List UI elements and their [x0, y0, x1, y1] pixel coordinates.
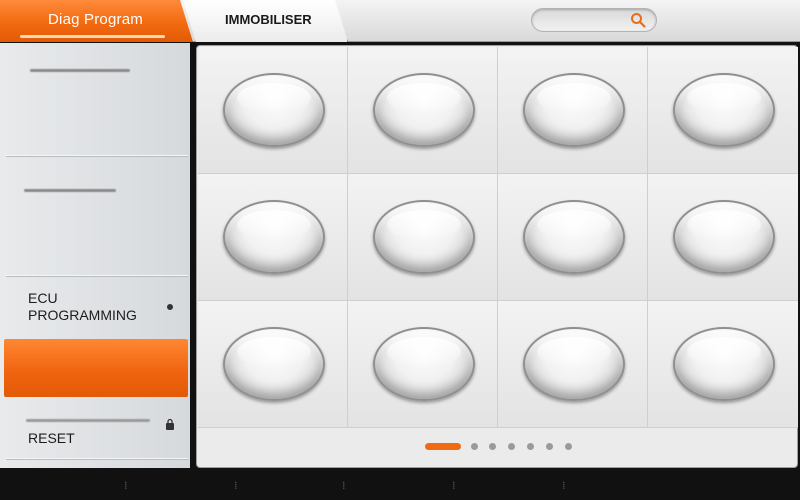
grid-tile[interactable] — [498, 301, 648, 428]
tab-label: Diag Program — [48, 11, 143, 28]
blurred-label — [26, 419, 150, 422]
grid-tile[interactable] — [198, 47, 348, 174]
sidebar-item-ecu-programming[interactable]: ECU PROGRAMMING — [6, 276, 188, 338]
sidebar-item-1[interactable] — [6, 43, 188, 156]
tile-button-icon — [523, 73, 625, 147]
page-dot[interactable] — [546, 443, 553, 450]
grid-tile[interactable] — [348, 301, 498, 428]
nav-icon[interactable]: ⁞ — [342, 479, 350, 492]
search-icon[interactable] — [630, 12, 646, 28]
tile-button-icon — [673, 200, 775, 274]
grid-tile[interactable] — [648, 47, 798, 174]
tile-button-icon — [223, 200, 325, 274]
grid-tile[interactable] — [198, 301, 348, 428]
tile-button-icon — [673, 73, 775, 147]
grid-tile[interactable] — [648, 174, 798, 301]
grid-tile[interactable] — [348, 174, 498, 301]
page-dot[interactable] — [508, 443, 515, 450]
tile-button-icon — [673, 327, 775, 401]
page-dot[interactable] — [527, 443, 534, 450]
nav-icon[interactable]: ⁞ — [124, 479, 132, 492]
page-dot[interactable] — [471, 443, 478, 450]
program-grid — [198, 47, 798, 428]
grid-tile[interactable] — [498, 174, 648, 301]
nav-icon[interactable]: ⁞ — [562, 479, 570, 492]
grid-tile[interactable] — [348, 47, 498, 174]
tile-button-icon — [223, 73, 325, 147]
sidebar-item-selected[interactable] — [4, 339, 188, 397]
search-input[interactable] — [531, 8, 657, 32]
bottom-nav-bar: ⁞ ⁞ ⁞ ⁞ ⁞ — [0, 470, 800, 500]
sidebar-item-label: ECU PROGRAMMING — [28, 290, 137, 323]
tile-button-icon — [373, 327, 475, 401]
tab-diag-program[interactable]: Diag Program — [0, 0, 193, 42]
tile-button-icon — [523, 327, 625, 401]
sidebar-item-2[interactable] — [6, 156, 188, 276]
dot-icon — [167, 304, 173, 310]
tile-button-icon — [523, 200, 625, 274]
app-screen: Diag Program IMMOBILISER ECU PROGRAMMING — [0, 0, 800, 500]
sidebar-item-label: RESET — [28, 430, 75, 446]
sidebar-item-reset[interactable]: RESET — [6, 405, 188, 459]
page-dot[interactable] — [489, 443, 496, 450]
tile-button-icon — [373, 73, 475, 147]
tile-button-icon — [223, 327, 325, 401]
blurred-label — [30, 69, 130, 72]
tile-button-icon — [373, 200, 475, 274]
nav-icon[interactable]: ⁞ — [452, 479, 460, 492]
blurred-label — [24, 189, 116, 192]
tab-immobiliser[interactable]: IMMOBILISER — [183, 0, 348, 42]
program-grid-panel — [196, 45, 798, 468]
page-indicator — [197, 439, 797, 453]
grid-tile[interactable] — [198, 174, 348, 301]
nav-icon[interactable]: ⁞ — [234, 479, 242, 492]
sidebar: ECU PROGRAMMING RESET — [0, 43, 190, 468]
grid-tile[interactable] — [648, 301, 798, 428]
active-tab-underline — [20, 35, 165, 38]
tab-label: IMMOBILISER — [225, 12, 312, 27]
top-bar: Diag Program IMMOBILISER — [0, 0, 800, 42]
page-dot-active[interactable] — [425, 443, 461, 450]
grid-tile[interactable] — [498, 47, 648, 174]
page-dot[interactable] — [565, 443, 572, 450]
lock-icon — [166, 418, 174, 430]
